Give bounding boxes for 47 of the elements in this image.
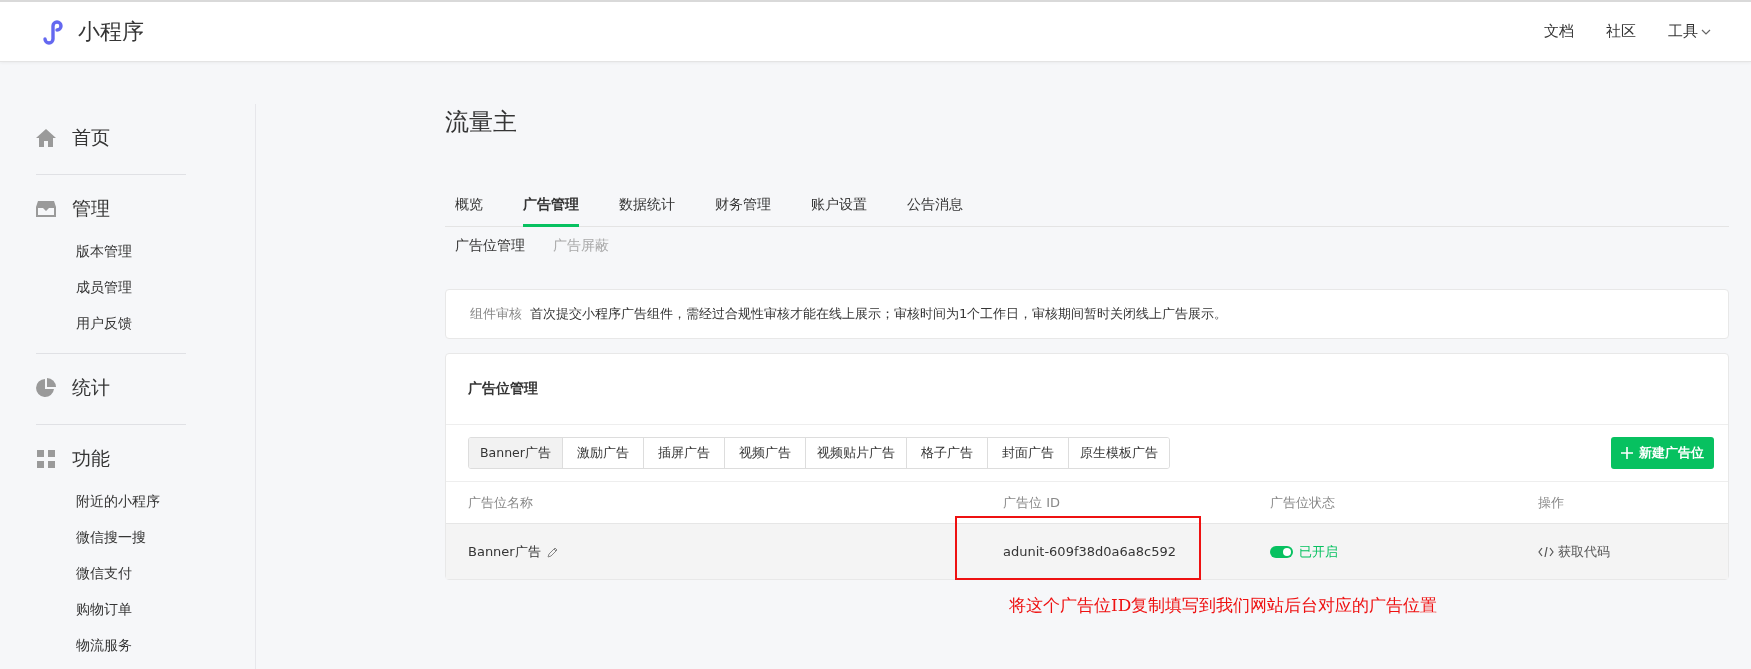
get-code-link[interactable]: 获取代码 [1538,542,1610,561]
header-link[interactable]: 社区 [1606,22,1636,41]
status-text: 已开启 [1299,542,1338,561]
sidebar-item[interactable]: 成员管理 [36,269,186,305]
page-title: 流量主 [445,107,518,138]
sub-tab[interactable]: 广告位管理 [455,237,525,255]
code-icon [1538,546,1554,557]
header-link[interactable]: 文档 [1544,22,1574,41]
table-cell: Banner广告 [468,542,541,561]
tab[interactable]: 财务管理 [715,188,771,227]
sidebar-section[interactable]: 功能 [36,435,186,483]
pie-chart-icon [36,378,56,398]
annotation-text: 将这个广告位ID复制填写到我们网站后台对应的广告位置 [1009,594,1439,617]
sidebar-item[interactable]: 用户反馈 [36,305,186,341]
sidebar-item[interactable]: 微信支付 [36,555,186,591]
column-header: 广告位 ID [1003,493,1061,512]
sidebar-section[interactable]: 统计 [36,364,186,412]
chevron-down-icon [1701,28,1711,35]
ad-type-button[interactable]: 原生模板广告 [1067,438,1169,468]
column-header: 操作 [1538,493,1565,512]
notice-text: 首次提交小程序广告组件，需经过合规性审核才能在线上展示；审核时间为1个工作日，审核期间暂时关闭线上广告展示。 [530,305,1228,323]
tab[interactable]: 数据统计 [619,188,675,227]
logo-text: 小程序 [78,17,144,46]
sidebar-item[interactable]: 微信搜一搜 [36,519,186,555]
plus-icon [1621,447,1633,459]
toggle-switch[interactable] [1270,545,1293,558]
sidebar-item[interactable]: 物流服务 [36,627,186,663]
ad-type-button[interactable]: Banner广告 [469,438,562,468]
sidebar-section[interactable]: 管理 [36,185,186,233]
table-cell: adunit-609f38d0a6a8c592 [1003,544,1176,559]
tab[interactable]: 概览 [455,188,483,227]
sidebar-section[interactable]: 首页 [36,114,186,162]
column-header: 广告位名称 [468,493,534,512]
sidebar-item[interactable]: 购物订单 [36,591,186,627]
sidebar-item[interactable]: 版本管理 [36,233,186,269]
home-icon [36,129,56,147]
grid-icon [37,450,55,468]
inbox-icon [36,201,56,217]
tab[interactable]: 广告管理 [523,188,579,227]
header-link[interactable]: 工具 [1668,22,1711,41]
notice-label: 组件审核 [470,305,522,323]
tab[interactable]: 账户设置 [811,188,867,227]
column-header: 广告位状态 [1270,493,1336,512]
sidebar-item[interactable]: 附近的小程序 [36,483,186,519]
panel-title: 广告位管理 [468,380,538,398]
tab[interactable]: 公告消息 [907,188,963,227]
pencil-icon[interactable] [546,545,559,558]
